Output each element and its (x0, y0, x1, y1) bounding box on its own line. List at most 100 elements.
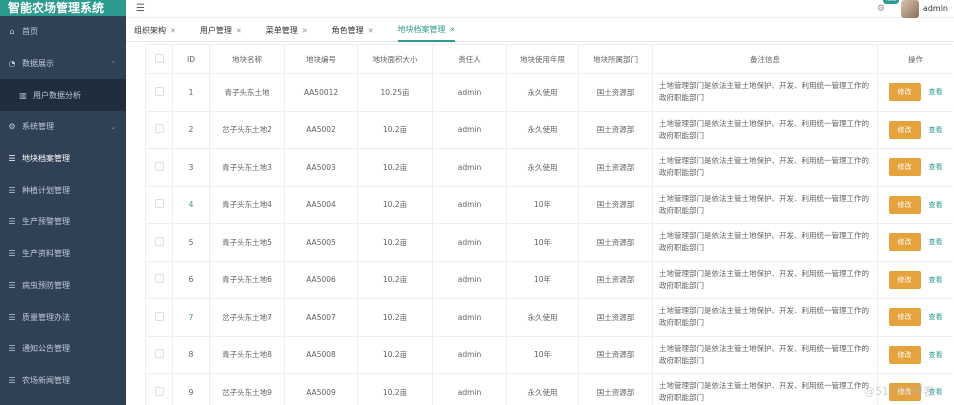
cell-actions: 修改 查看 (877, 335, 953, 374)
view-link[interactable]: 查看 (929, 87, 943, 97)
row-select-cell[interactable] (145, 373, 173, 405)
tab-plot-archive[interactable]: 地块档案管理 ✕ (397, 20, 456, 42)
cell-remark: 土地管理部门是依法主管土地保护、开发、利用统一管理工作的政府职能部门 (652, 298, 878, 337)
edit-button[interactable]: 修改 (888, 345, 921, 364)
list-icon: ☰ (8, 217, 16, 227)
tab-org[interactable]: 组织架构 ✕ (134, 20, 176, 42)
row-select-cell[interactable] (145, 73, 173, 112)
view-link[interactable]: 查看 (929, 275, 943, 285)
cell-owner: admin (432, 185, 507, 224)
tab-roles[interactable]: 角色管理 ✕ (332, 20, 374, 42)
cell-dept: 国土资源部 (578, 73, 653, 112)
row-checkbox[interactable] (154, 386, 164, 396)
list-icon: ☰ (8, 154, 16, 164)
cell-actions: 修改 查看 (877, 110, 953, 149)
avatar[interactable] (900, 0, 919, 18)
header-select-all[interactable] (145, 44, 173, 74)
select-all-checkbox[interactable] (154, 53, 164, 63)
row-checkbox[interactable] (154, 86, 164, 96)
edit-button[interactable]: 修改 (888, 270, 921, 289)
row-select-cell[interactable] (145, 298, 173, 337)
username[interactable]: admin (923, 4, 948, 13)
header-owner: 责任人 (432, 44, 507, 74)
cell-remark: 土地管理部门是依法主管土地保护、开发、利用统一管理工作的政府职能部门 (652, 373, 878, 405)
row-select-cell[interactable] (145, 260, 173, 299)
row-select-cell[interactable] (145, 148, 173, 187)
row-checkbox[interactable] (154, 236, 164, 246)
edit-button[interactable]: 修改 (888, 233, 921, 252)
list-icon: ☰ (8, 375, 16, 385)
row-select-cell[interactable] (145, 335, 173, 374)
cell-code: AA5009 (284, 373, 358, 405)
sidebar-item-home[interactable]: ⌂ 首页 (0, 16, 126, 48)
sidebar-item-planting-plan[interactable]: ☰ 种植计划管理 (0, 174, 126, 206)
notification-bell-icon[interactable]: ⚙ new (877, 0, 900, 14)
table-row: 4 青子头东土地4 AA5004 10.2亩 admin 10年 国土资源部 土地管理部门是依… (145, 185, 953, 224)
top-bar: ☰ ⚙ new admin (126, 0, 954, 18)
tab-menus[interactable]: 菜单管理 ✕ (266, 20, 308, 42)
sidebar-item-label: 种植计划管理 (22, 185, 70, 195)
cell-area: 10.2亩 (357, 110, 433, 149)
view-link[interactable]: 查看 (929, 125, 943, 135)
row-checkbox[interactable] (154, 199, 164, 209)
cell-dept: 国土资源部 (578, 185, 653, 224)
edit-button[interactable]: 修改 (888, 120, 921, 139)
sidebar-item-user-analysis[interactable]: ▥ 用户数据分析 (0, 79, 126, 112)
cell-code: AA50012 (284, 73, 358, 112)
row-checkbox[interactable] (154, 124, 164, 134)
view-link[interactable]: 查看 (929, 312, 943, 322)
edit-button[interactable]: 修改 (888, 308, 921, 327)
cell-area: 10.2亩 (357, 148, 433, 187)
cell-years: 10年 (506, 223, 579, 262)
cell-id: 4 (172, 185, 210, 224)
close-icon[interactable]: ✕ (302, 27, 308, 35)
list-icon: ☰ (8, 312, 16, 322)
row-select-cell[interactable] (145, 110, 173, 149)
sidebar-item-data-display[interactable]: ◔ 数据展示 ⌃ (0, 48, 126, 80)
view-link[interactable]: 查看 (929, 162, 943, 172)
sidebar-menu: ⌂ 首页 ◔ 数据展示 ⌃ ▥ 用户数据分析 ⚙ 系统管理 ⌄ ☰ 地块档案管理 (0, 16, 126, 396)
sidebar-item-news[interactable]: ☰ 农场新闻管理 (0, 365, 126, 397)
close-icon[interactable]: ✕ (450, 26, 456, 34)
row-checkbox[interactable] (154, 311, 164, 321)
row-select-cell[interactable] (145, 223, 173, 262)
cell-actions: 修改 查看 (877, 148, 953, 187)
cell-id: 6 (172, 260, 210, 299)
cell-code: AA5004 (284, 185, 358, 224)
sidebar-item-label: 地块档案管理 (22, 154, 70, 164)
sidebar-item-notice[interactable]: ☰ 通知公告管理 (0, 333, 126, 365)
edit-button[interactable]: 修改 (888, 158, 921, 177)
tab-label: 组织架构 (134, 26, 166, 35)
new-badge: new (882, 0, 900, 4)
view-link[interactable]: 查看 (929, 200, 943, 210)
table-row: 3 青子头东土地3 AA5003 10.2亩 admin 永久使用 国土资源部 土地管理部门是… (145, 148, 953, 187)
tab-users[interactable]: 用户管理 ✕ (200, 20, 242, 42)
cell-name: 岔子头东土地7 (209, 298, 285, 337)
close-icon[interactable]: ✕ (236, 27, 242, 35)
hamburger-icon[interactable]: ☰ (136, 3, 145, 14)
sidebar-item-production-materials[interactable]: ☰ 生产资料管理 (0, 238, 126, 270)
edit-button[interactable]: 修改 (888, 195, 921, 214)
cell-dept: 国土资源部 (578, 260, 653, 299)
cell-remark: 土地管理部门是依法主管土地保护、开发、利用统一管理工作的政府职能部门 (652, 260, 878, 299)
tab-bar: 组织架构 ✕ 用户管理 ✕ 菜单管理 ✕ 角色管理 ✕ 地块档案管理 ✕ (126, 20, 954, 42)
close-icon[interactable]: ✕ (368, 27, 374, 35)
sidebar-item-label: 生产预警管理 (22, 217, 70, 227)
sidebar-item-quality[interactable]: ☰ 质量管理办法 (0, 301, 126, 333)
view-link[interactable]: 查看 (929, 237, 943, 247)
close-icon[interactable]: ✕ (170, 27, 176, 35)
tab-label: 用户管理 (199, 26, 232, 35)
sidebar-item-plot-archive[interactable]: ☰ 地块档案管理 (0, 143, 126, 175)
sidebar-item-label: 用户数据分析 (33, 90, 81, 100)
row-checkbox[interactable] (154, 161, 164, 171)
sidebar-item-system[interactable]: ⚙ 系统管理 ⌄ (0, 111, 126, 143)
view-link[interactable]: 查看 (929, 350, 943, 360)
sidebar-item-pest-prevention[interactable]: ☰ 病虫预防管理 (0, 270, 126, 302)
cell-name: 青子头东土地 (209, 73, 285, 112)
row-checkbox[interactable] (154, 274, 164, 284)
row-select-cell[interactable] (145, 185, 173, 224)
row-checkbox[interactable] (154, 349, 164, 359)
sidebar-item-production-warning[interactable]: ☰ 生产预警管理 (0, 206, 126, 238)
edit-button[interactable]: 修改 (888, 83, 921, 102)
cell-years: 永久使用 (506, 373, 579, 405)
